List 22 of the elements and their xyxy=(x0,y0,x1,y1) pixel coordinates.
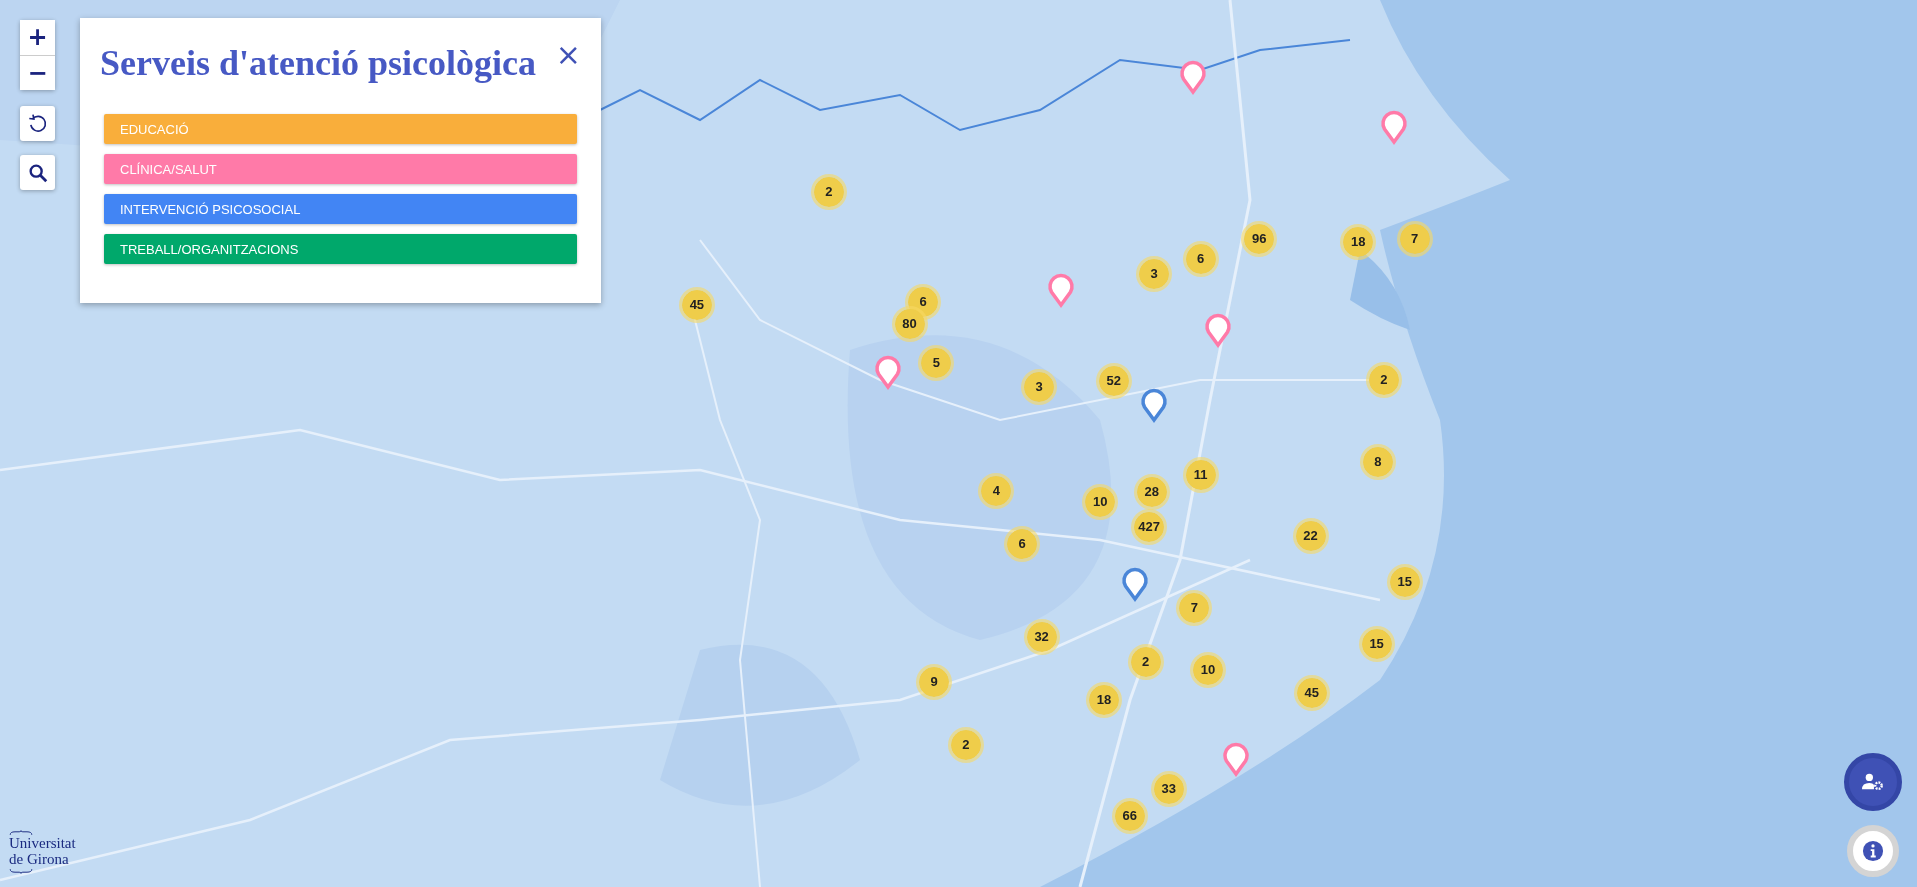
panel-title: Serveis d'atenció psicològica xyxy=(100,42,536,84)
category-button[interactable]: INTERVENCIÓ PSICOSOCIAL xyxy=(104,194,577,224)
logo-text: de Girona xyxy=(9,851,69,868)
zoom-out-button[interactable]: − xyxy=(20,55,55,90)
logo-text: Universitat xyxy=(9,836,76,852)
reset-button[interactable] xyxy=(20,106,55,141)
close-button[interactable]: × xyxy=(555,40,581,70)
info-icon xyxy=(1862,840,1884,862)
brace-icon xyxy=(9,867,33,874)
map-pin[interactable] xyxy=(1141,389,1168,422)
map-pin[interactable] xyxy=(1121,569,1148,602)
map-pin[interactable] xyxy=(1180,62,1207,95)
map-pin[interactable] xyxy=(1380,112,1407,145)
zoom-in-button[interactable]: + xyxy=(20,20,55,55)
map-pin[interactable] xyxy=(1223,743,1249,776)
search-button[interactable] xyxy=(20,155,55,190)
user-gear-icon xyxy=(1862,771,1884,793)
map-pin[interactable] xyxy=(874,356,901,389)
brace-icon xyxy=(9,830,33,836)
map-pin[interactable] xyxy=(1048,274,1075,307)
map-pin[interactable] xyxy=(1204,315,1231,348)
reset-icon xyxy=(26,112,49,135)
